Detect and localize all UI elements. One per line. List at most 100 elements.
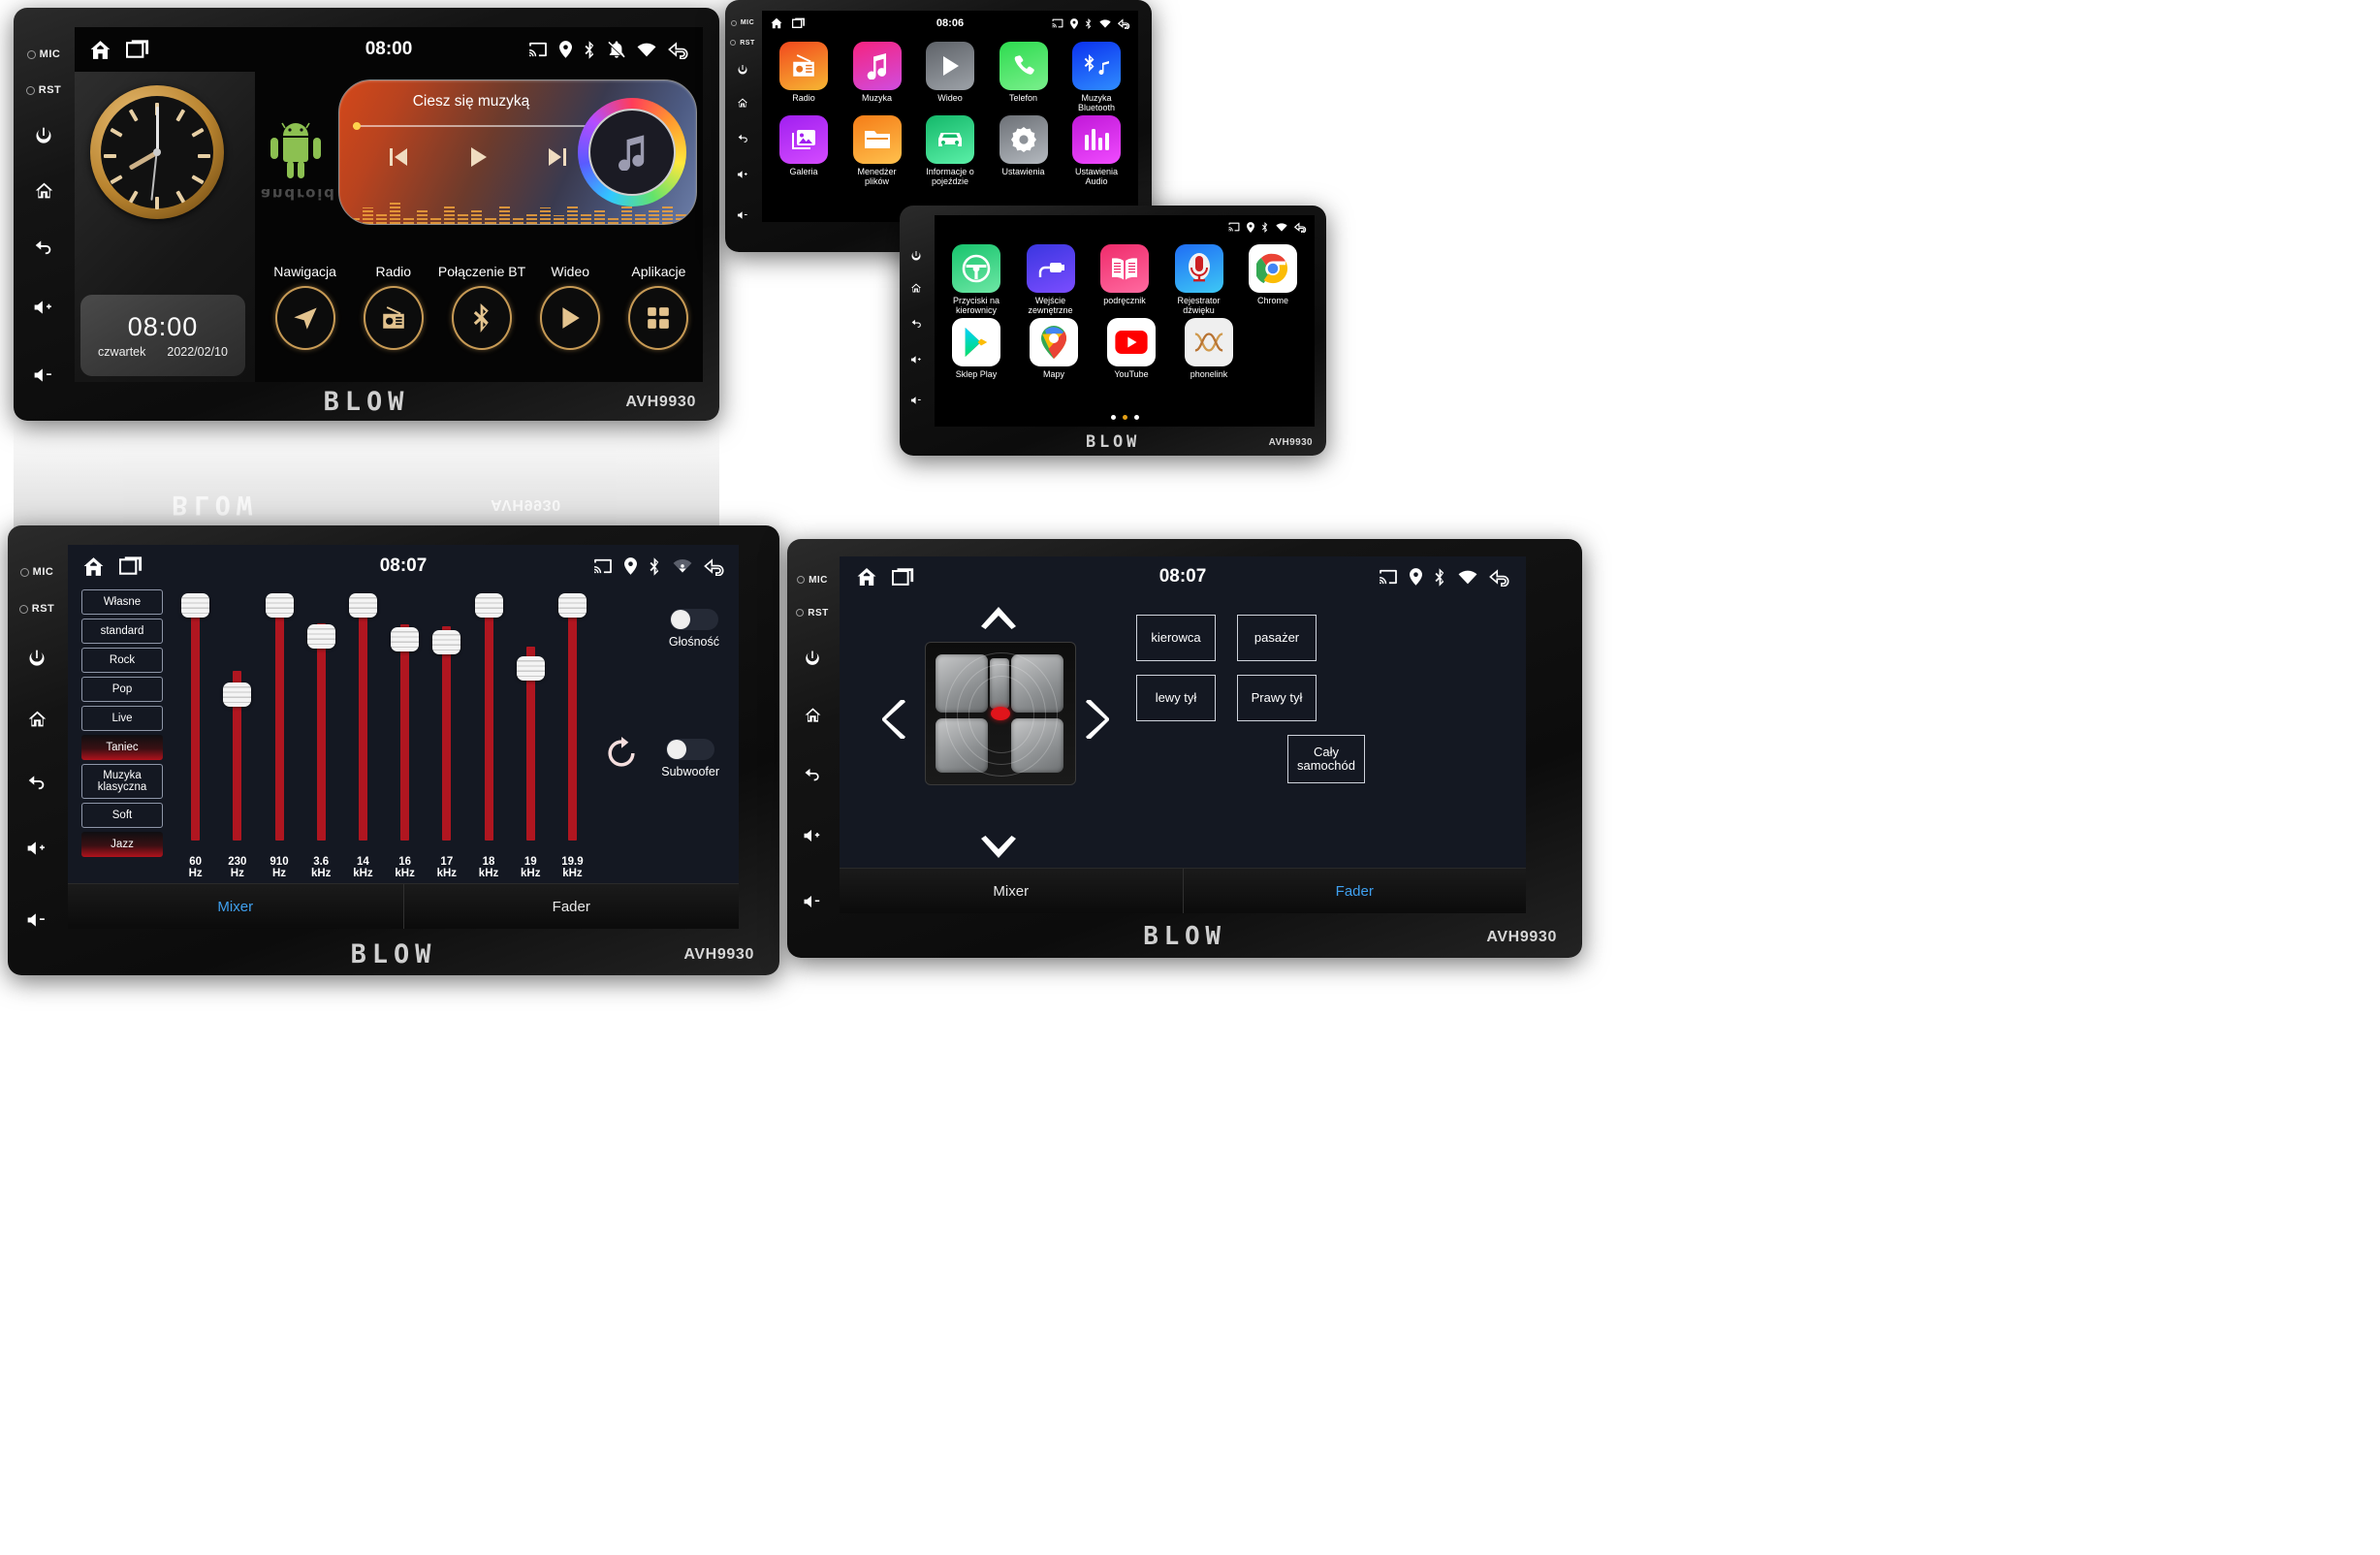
app-tile[interactable] bbox=[952, 244, 1000, 293]
app-telefon[interactable]: Telefon bbox=[992, 42, 1056, 113]
app-tile[interactable] bbox=[926, 42, 974, 90]
eq-slider-track[interactable] bbox=[516, 593, 545, 856]
preset-standard[interactable]: standard bbox=[81, 619, 163, 644]
fader-screen[interactable]: 08:07 kierowca pasażer lewy tył Prawy ty… bbox=[840, 556, 1526, 913]
eq-slider-knob[interactable] bbox=[223, 682, 252, 708]
eq-band-60hz[interactable]: 60 Hz bbox=[175, 587, 216, 884]
app-tile[interactable] bbox=[926, 114, 974, 164]
power-button[interactable] bbox=[34, 109, 53, 163]
cast-icon[interactable] bbox=[1052, 18, 1063, 28]
preset-soft[interactable]: Soft bbox=[81, 803, 163, 828]
app-mapy[interactable]: Mapy bbox=[1022, 317, 1086, 379]
back-button[interactable] bbox=[33, 217, 54, 273]
back-icon[interactable] bbox=[1294, 221, 1307, 233]
eq-slider-track[interactable] bbox=[181, 593, 210, 856]
back-icon[interactable] bbox=[1489, 568, 1510, 587]
play-icon[interactable] bbox=[465, 144, 491, 170]
cast-icon[interactable] bbox=[1228, 222, 1240, 232]
app-tile[interactable] bbox=[1100, 244, 1149, 293]
volume-up-button[interactable] bbox=[803, 803, 823, 869]
app-chrome[interactable]: Chrome bbox=[1241, 244, 1305, 316]
apps-screen-1[interactable]: 08:06 Radio Muzyka Wideo Telefon Muzyka … bbox=[762, 11, 1138, 222]
power-button[interactable] bbox=[737, 53, 748, 86]
equalizer-screen[interactable]: 08:07 Własne standard Rock Pop Live Tani… bbox=[68, 545, 739, 929]
zone-pasazer[interactable]: pasażer bbox=[1237, 615, 1317, 661]
shortcut-aplikacje[interactable]: Aplikacje bbox=[615, 264, 703, 380]
app-informacje-o-pojezdzie[interactable]: Informacje o pojeździe bbox=[918, 114, 982, 187]
reset-indicator[interactable]: RST bbox=[730, 32, 755, 53]
app-tile[interactable] bbox=[852, 42, 902, 90]
volume-up-button[interactable] bbox=[737, 154, 749, 195]
eq-slider-track[interactable] bbox=[265, 593, 294, 856]
fader-position-dot[interactable] bbox=[991, 707, 1010, 720]
back-button[interactable] bbox=[803, 743, 822, 803]
app-tile[interactable] bbox=[1174, 244, 1223, 293]
shortcut-nawigacja[interactable]: Nawigacja bbox=[261, 264, 349, 380]
car-cabin-image[interactable] bbox=[925, 642, 1076, 785]
fader-position-pad[interactable] bbox=[878, 601, 1121, 869]
app-tile[interactable] bbox=[1072, 42, 1121, 90]
home-icon[interactable] bbox=[81, 555, 106, 579]
app-muzyka[interactable]: Muzyka bbox=[845, 42, 909, 113]
shortcut-circle[interactable] bbox=[274, 286, 335, 350]
eq-band-16khz[interactable]: 16 kHz bbox=[384, 587, 426, 884]
eq-slider-knob[interactable] bbox=[348, 593, 377, 618]
app-wejscie-zewnetrzne[interactable]: Wejście zewnętrzne bbox=[1019, 244, 1083, 316]
eq-band-18khz[interactable]: 18 kHz bbox=[467, 587, 509, 884]
reset-indicator[interactable]: RST bbox=[18, 589, 55, 628]
app-ustawienia[interactable]: Ustawienia bbox=[992, 114, 1056, 187]
fader-left-button[interactable] bbox=[882, 700, 907, 744]
preset-rock[interactable]: Rock bbox=[81, 648, 163, 673]
preset-muzyka-klasyczna[interactable]: Muzyka klasyczna bbox=[81, 764, 163, 799]
eq-slider-knob[interactable] bbox=[557, 593, 587, 618]
recents-icon[interactable] bbox=[119, 555, 143, 577]
app-ustawienia-audio[interactable]: Ustawienia Audio bbox=[1064, 114, 1128, 187]
preset-taniec[interactable]: Taniec bbox=[81, 735, 163, 760]
eq-band-910hz[interactable]: 910 Hz bbox=[258, 587, 300, 884]
eq-slider-knob[interactable] bbox=[516, 655, 545, 681]
preset-jazz[interactable]: Jazz bbox=[81, 832, 163, 857]
eq-slider-knob[interactable] bbox=[265, 593, 294, 618]
home-screen[interactable]: 08:00 08:00 czwartek 2022/02/10 android … bbox=[75, 27, 703, 382]
recents-icon[interactable] bbox=[126, 39, 150, 60]
app-tile[interactable] bbox=[1107, 317, 1156, 366]
page-dot[interactable] bbox=[1133, 415, 1139, 420]
shortcut-radio[interactable]: Radio bbox=[349, 264, 437, 380]
next-icon[interactable] bbox=[545, 144, 570, 170]
eq-band-3-6khz[interactable]: 3.6 kHz bbox=[301, 587, 342, 884]
app-rejestrator-dzwieku[interactable]: Rejestrator dźwięku bbox=[1167, 244, 1231, 316]
home-icon[interactable] bbox=[855, 565, 878, 588]
back-button[interactable] bbox=[737, 119, 749, 154]
digital-clock-widget[interactable]: 08:00 czwartek 2022/02/10 bbox=[80, 295, 245, 376]
page-dot[interactable] bbox=[1110, 415, 1116, 420]
eq-band-19-9khz[interactable]: 19.9 kHz bbox=[552, 587, 593, 884]
shortcut-circle[interactable] bbox=[628, 286, 689, 350]
fader-down-button[interactable] bbox=[979, 835, 1018, 865]
fader-right-button[interactable] bbox=[1084, 700, 1109, 744]
tab-fader[interactable]: Fader bbox=[1182, 869, 1527, 913]
home-button[interactable] bbox=[910, 271, 922, 304]
shortcut-circle[interactable] bbox=[540, 286, 601, 350]
app-muzyka-bluetooth[interactable]: Muzyka Bluetooth bbox=[1064, 42, 1128, 113]
shortcut-polaczenie-bt[interactable]: Połączenie BT bbox=[437, 264, 525, 380]
volume-up-button[interactable] bbox=[26, 812, 48, 884]
app-tile[interactable] bbox=[852, 114, 902, 164]
app-podrecznik[interactable]: podręcznik bbox=[1093, 244, 1157, 316]
preset-wlasne[interactable]: Własne bbox=[81, 589, 163, 615]
back-icon[interactable] bbox=[1118, 17, 1130, 29]
eq-slider-track[interactable] bbox=[306, 593, 335, 856]
power-button[interactable] bbox=[27, 628, 47, 688]
app-tile[interactable] bbox=[952, 317, 1000, 366]
eq-slider-track[interactable] bbox=[391, 593, 420, 856]
app-tile[interactable] bbox=[1185, 317, 1233, 366]
home-button[interactable] bbox=[804, 686, 822, 743]
app-sklep-play[interactable]: Sklep Play bbox=[944, 317, 1008, 379]
app-tile[interactable] bbox=[779, 42, 828, 90]
volume-toggle[interactable] bbox=[669, 609, 718, 630]
app-tile[interactable] bbox=[1249, 244, 1297, 293]
eq-slider-knob[interactable] bbox=[474, 593, 503, 618]
eq-band-14khz[interactable]: 14 kHz bbox=[342, 587, 384, 884]
fader-up-button[interactable] bbox=[979, 605, 1018, 635]
back-button[interactable] bbox=[26, 748, 48, 812]
back-icon[interactable] bbox=[704, 557, 725, 576]
